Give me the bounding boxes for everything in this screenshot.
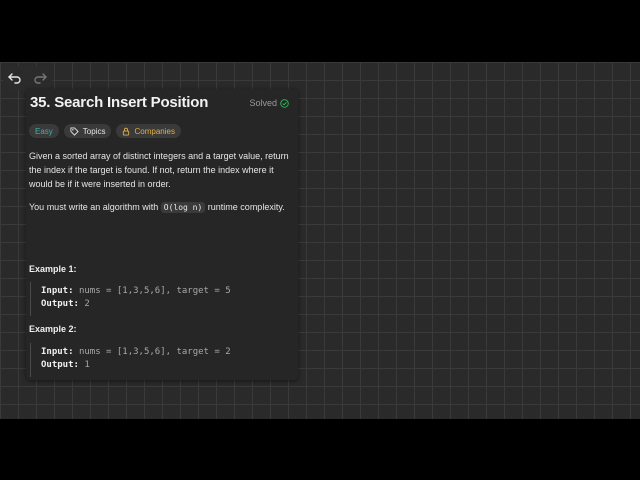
input-value: nums = [1,3,5,6], target = 2: [78, 347, 231, 357]
example-2-block: Input: nums = [1,3,5,6], target = 2 Outp…: [30, 343, 293, 377]
companies-tag[interactable]: Companies: [116, 124, 181, 138]
solved-label: Solved: [249, 98, 277, 108]
input-label: Input:: [41, 286, 74, 296]
redo-icon[interactable]: [33, 72, 47, 84]
input-value: nums = [1,3,5,6], target = 5: [78, 286, 231, 296]
example-2-heading: Example 2:: [29, 324, 77, 334]
problem-description: Given a sorted array of distinct integer…: [29, 151, 289, 189]
check-circle-icon: [280, 98, 289, 108]
input-label: Input:: [41, 347, 74, 357]
complexity-suffix: runtime complexity.: [207, 202, 285, 212]
solved-status: Solved: [249, 98, 289, 108]
example-2-input: Input: nums = [1,3,5,6], target = 2: [41, 347, 231, 357]
example-1-output: Output: 2: [41, 299, 90, 309]
complexity-code: O(log n): [160, 202, 206, 213]
tag-row: Easy Topics Companies: [29, 124, 181, 138]
example-1-input: Input: nums = [1,3,5,6], target = 5: [41, 286, 231, 296]
output-label: Output:: [41, 299, 79, 309]
problem-title: 35. Search Insert Position: [30, 94, 209, 111]
output-value: 1: [84, 360, 90, 370]
lock-icon: [123, 127, 130, 136]
topics-tag[interactable]: Topics: [63, 124, 112, 138]
example-1-block: Input: nums = [1,3,5,6], target = 5 Outp…: [30, 282, 293, 316]
example-2-output: Output: 1: [41, 360, 90, 370]
problem-card: 35. Search Insert Position Solved Easy T…: [26, 89, 298, 380]
difficulty-badge[interactable]: Easy: [29, 124, 59, 138]
complexity-note: You must write an algorithm with O(log n…: [29, 200, 291, 215]
output-label: Output:: [41, 360, 79, 370]
undo-icon[interactable]: [8, 72, 22, 84]
topics-label: Topics: [82, 126, 106, 136]
companies-label: Companies: [134, 126, 175, 136]
undo-redo-toolbar: [3, 66, 52, 90]
complexity-prefix: You must write an algorithm with: [29, 202, 159, 212]
tag-icon: [70, 126, 79, 136]
difficulty-label: Easy: [35, 126, 53, 136]
output-value: 2: [84, 299, 90, 309]
example-1-heading: Example 1:: [29, 264, 77, 274]
